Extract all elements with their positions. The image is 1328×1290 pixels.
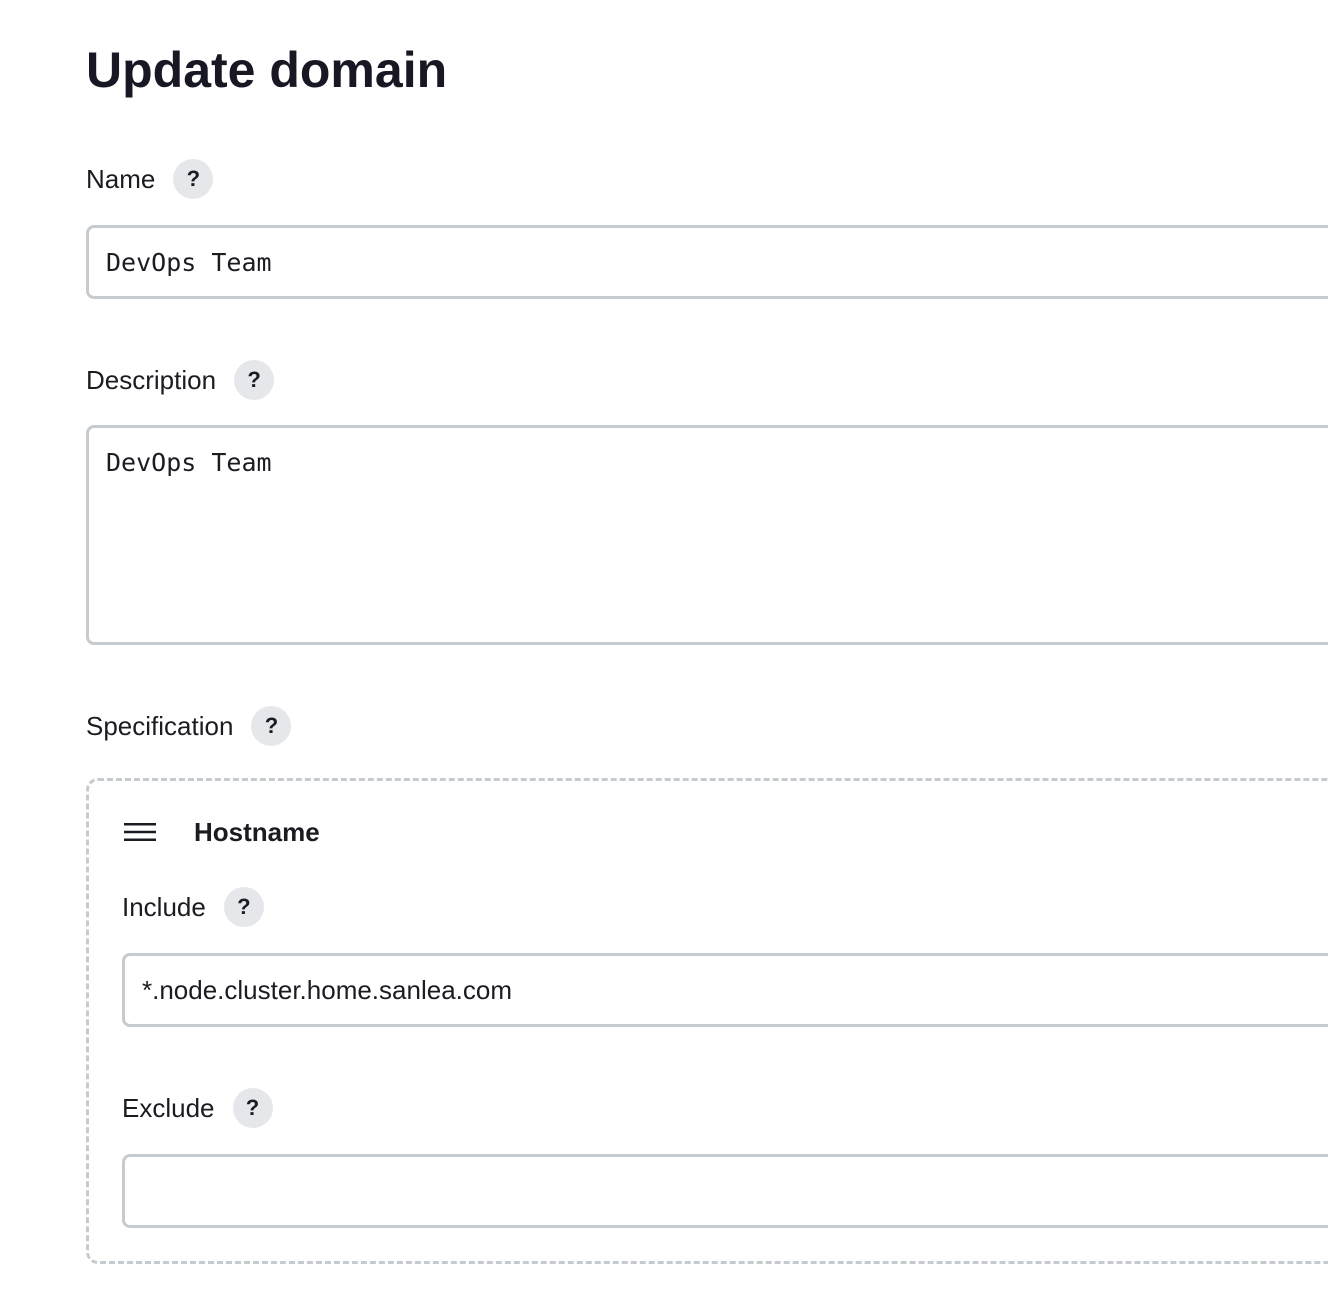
description-label: Description [86, 365, 217, 395]
exclude-input[interactable] [122, 1154, 1328, 1228]
include-input[interactable]: *.node.cluster.home.sanlea.com [122, 953, 1328, 1027]
page-title: Update domain [86, 42, 448, 98]
name-label-row: Name ? [86, 159, 214, 199]
description-help-button[interactable]: ? [234, 360, 275, 400]
description-textarea[interactable]: DevOps Team [86, 425, 1328, 645]
update-domain-page: Update domain Name ? DevOps Team Descrip… [0, 0, 1328, 1290]
description-label-row: Description ? [86, 360, 275, 400]
specification-label: Specification [86, 711, 234, 741]
drag-handle-icon[interactable] [124, 820, 156, 844]
specification-help-button[interactable]: ? [251, 706, 292, 746]
name-help-button[interactable]: ? [173, 159, 214, 199]
exclude-label: Exclude [122, 1093, 215, 1123]
name-label: Name [86, 164, 156, 194]
exclude-label-row: Exclude ? [122, 1088, 273, 1128]
exclude-help-button[interactable]: ? [232, 1088, 273, 1128]
include-help-button[interactable]: ? [223, 887, 264, 927]
include-label: Include [122, 892, 206, 922]
specification-label-row: Specification ? [86, 706, 292, 746]
hostname-block-title: Hostname [194, 817, 320, 847]
include-label-row: Include ? [122, 887, 264, 927]
name-input[interactable]: DevOps Team [86, 225, 1328, 299]
